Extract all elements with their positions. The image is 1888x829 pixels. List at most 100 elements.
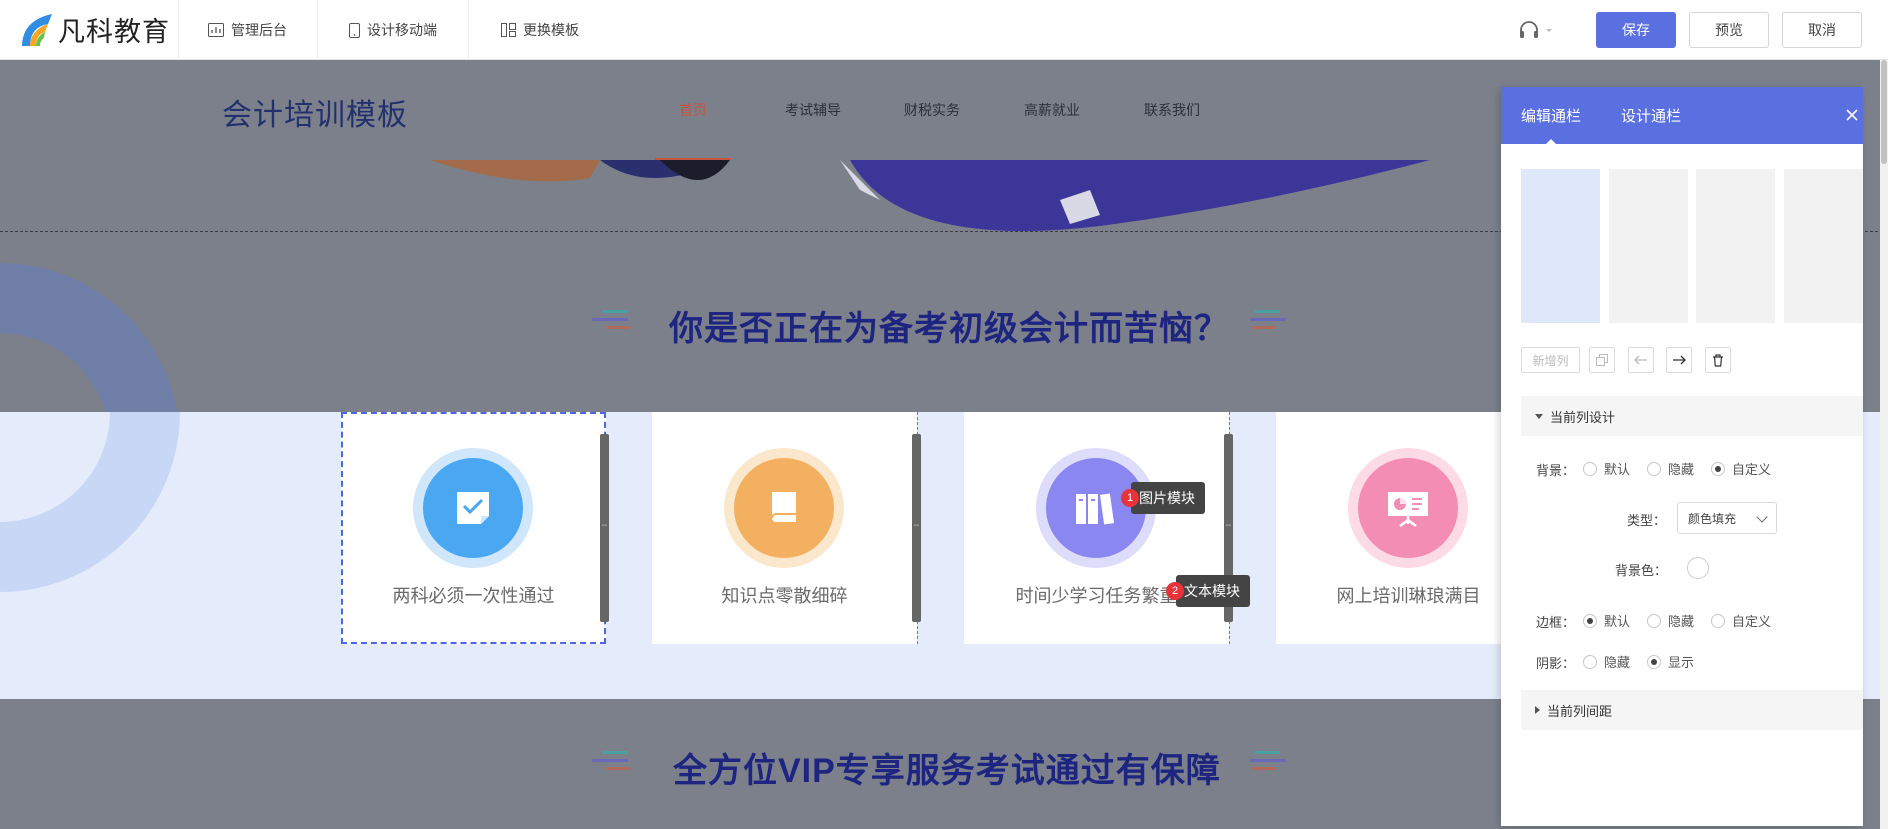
nav-item-contact[interactable]: 联系我们 bbox=[1144, 60, 1200, 160]
select-value: 颜色填充 bbox=[1688, 511, 1737, 526]
background-color-picker[interactable] bbox=[1687, 557, 1709, 579]
title-decoration-right bbox=[1250, 751, 1290, 777]
edit-banner-panel: 编辑通栏 设计通栏 新增列 当前列设计 背景： 默认 隐藏 自定义 类型： 颜色… bbox=[1501, 87, 1863, 826]
manage-backend-label: 管理后台 bbox=[231, 22, 287, 38]
decor-ring-light bbox=[0, 412, 180, 592]
check-document-icon[interactable] bbox=[423, 458, 523, 558]
column-resize-handle[interactable] bbox=[600, 434, 609, 622]
text-module-tag[interactable]: 2 文本模块 bbox=[1166, 575, 1250, 607]
radio-label: 隐藏 bbox=[1668, 614, 1695, 629]
arrow-left-icon bbox=[1634, 355, 1647, 365]
nav-item-exam[interactable]: 考试辅导 bbox=[785, 60, 841, 160]
delete-column-button[interactable] bbox=[1705, 347, 1731, 373]
site-title[interactable]: 会计培训模板 bbox=[222, 90, 408, 134]
shadow-hidden-radio[interactable]: 隐藏 bbox=[1583, 652, 1630, 671]
tag-badge: 1 bbox=[1121, 489, 1139, 507]
caret-down-icon bbox=[1535, 413, 1543, 419]
caret-right-icon bbox=[1535, 706, 1540, 714]
logo-mark-icon bbox=[18, 10, 56, 48]
nav-item-tax[interactable]: 财税实务 bbox=[904, 60, 960, 160]
current-column-design-group[interactable]: 当前列设计 bbox=[1521, 396, 1863, 436]
column-thumb-3[interactable] bbox=[1696, 169, 1775, 323]
border-label: 边框： bbox=[1536, 615, 1576, 630]
radio-label: 显示 bbox=[1668, 655, 1695, 670]
background-label: 背景： bbox=[1536, 463, 1576, 478]
column-resize-handle[interactable] bbox=[912, 434, 921, 622]
title-decoration-left bbox=[592, 310, 632, 336]
presentation-icon[interactable] bbox=[1358, 458, 1458, 558]
tag-label: 图片模块 bbox=[1139, 490, 1195, 506]
border-custom-radio[interactable]: 自定义 bbox=[1711, 611, 1771, 630]
card-column-1[interactable]: 两科必须一次性通过 bbox=[341, 412, 606, 644]
section-title-pain[interactable]: 你是否正在为备考初级会计而苦恼？ bbox=[669, 301, 1229, 350]
mobile-icon bbox=[349, 22, 360, 38]
nav-item-jobs[interactable]: 高薪就业 bbox=[1024, 60, 1080, 160]
toolbar-divider bbox=[317, 0, 318, 60]
shadow-label: 阴影： bbox=[1536, 656, 1576, 671]
card-column-2[interactable]: 知识点零散细碎 bbox=[652, 412, 917, 644]
background-default-radio[interactable]: 默认 bbox=[1583, 459, 1630, 478]
change-template-link[interactable]: 更换模板 bbox=[501, 0, 579, 60]
background-custom-radio[interactable]: 自定义 bbox=[1711, 459, 1771, 478]
cancel-button[interactable]: 取消 bbox=[1782, 12, 1862, 48]
manage-backend-link[interactable]: 管理后台 bbox=[208, 0, 287, 60]
group-title: 当前列设计 bbox=[1550, 409, 1616, 425]
background-color-label: 背景色： bbox=[1615, 563, 1668, 578]
scrollbar-thumb[interactable] bbox=[1881, 60, 1887, 164]
card-label[interactable]: 两科必须一次性通过 bbox=[341, 582, 606, 608]
design-mobile-link[interactable]: 设计移动端 bbox=[349, 0, 437, 60]
change-template-label: 更换模板 bbox=[523, 22, 579, 38]
toolbar-divider bbox=[178, 0, 179, 60]
decor-ring bbox=[0, 263, 178, 412]
section-title-vip[interactable]: 全方位VIP专享服务考试通过有保障 bbox=[673, 743, 1221, 792]
title-decoration-left bbox=[592, 751, 632, 777]
template-icon bbox=[501, 23, 516, 37]
card-icon-ring bbox=[724, 448, 844, 568]
border-default-radio[interactable]: 默认 bbox=[1583, 611, 1630, 630]
current-column-spacing-group[interactable]: 当前列间距 bbox=[1521, 690, 1863, 730]
tab-design-banner[interactable]: 设计通栏 bbox=[1621, 87, 1681, 144]
tab-edit-banner[interactable]: 编辑通栏 bbox=[1521, 87, 1581, 145]
card-label[interactable]: 知识点零散细碎 bbox=[652, 582, 917, 608]
toolbar-divider bbox=[468, 0, 469, 60]
shadow-show-radio[interactable]: 显示 bbox=[1647, 652, 1694, 671]
border-hidden-radio[interactable]: 隐藏 bbox=[1647, 611, 1694, 630]
radio-label: 默认 bbox=[1604, 614, 1631, 629]
move-left-button[interactable] bbox=[1628, 347, 1654, 373]
support-button[interactable] bbox=[1518, 16, 1558, 44]
radio-label: 隐藏 bbox=[1668, 462, 1695, 477]
tag-badge: 2 bbox=[1166, 582, 1184, 600]
chevron-down-icon bbox=[1546, 29, 1552, 32]
group-title: 当前列间距 bbox=[1547, 703, 1613, 719]
copy-icon bbox=[1596, 354, 1608, 366]
preview-button[interactable]: 预览 bbox=[1689, 12, 1769, 48]
save-button[interactable]: 保存 bbox=[1596, 12, 1676, 48]
move-right-button[interactable] bbox=[1666, 347, 1692, 373]
radio-label: 自定义 bbox=[1732, 462, 1772, 477]
title-decoration-right bbox=[1250, 310, 1290, 336]
column-thumb-1[interactable] bbox=[1521, 169, 1600, 323]
radio-label: 默认 bbox=[1604, 462, 1631, 477]
panel-header: 编辑通栏 设计通栏 bbox=[1501, 87, 1863, 145]
logo-text: 凡科教育 bbox=[58, 16, 170, 48]
fill-type-select[interactable]: 颜色填充 bbox=[1677, 502, 1777, 534]
app-logo[interactable]: 凡科教育 bbox=[18, 9, 170, 49]
background-hidden-radio[interactable]: 隐藏 bbox=[1647, 459, 1694, 478]
image-module-tag[interactable]: 1 图片模块 bbox=[1121, 482, 1205, 514]
card-column-3[interactable]: 时间少学习任务繁重 bbox=[964, 412, 1229, 644]
arrow-right-icon bbox=[1673, 355, 1686, 365]
column-thumb-2[interactable] bbox=[1609, 169, 1688, 323]
copy-column-button[interactable] bbox=[1589, 347, 1615, 373]
page-scrollbar[interactable] bbox=[1880, 60, 1888, 829]
add-column-button[interactable]: 新增列 bbox=[1521, 347, 1580, 373]
chart-icon bbox=[208, 23, 224, 37]
design-mobile-label: 设计移动端 bbox=[367, 22, 437, 38]
card-icon-ring bbox=[413, 448, 533, 568]
book-icon[interactable] bbox=[734, 458, 834, 558]
close-icon[interactable] bbox=[1844, 107, 1860, 123]
headset-icon bbox=[1520, 21, 1538, 38]
column-thumb-4[interactable] bbox=[1784, 169, 1863, 323]
nav-item-home[interactable]: 首页 bbox=[655, 60, 731, 160]
radio-label: 自定义 bbox=[1732, 614, 1772, 629]
radio-label: 隐藏 bbox=[1604, 655, 1631, 670]
